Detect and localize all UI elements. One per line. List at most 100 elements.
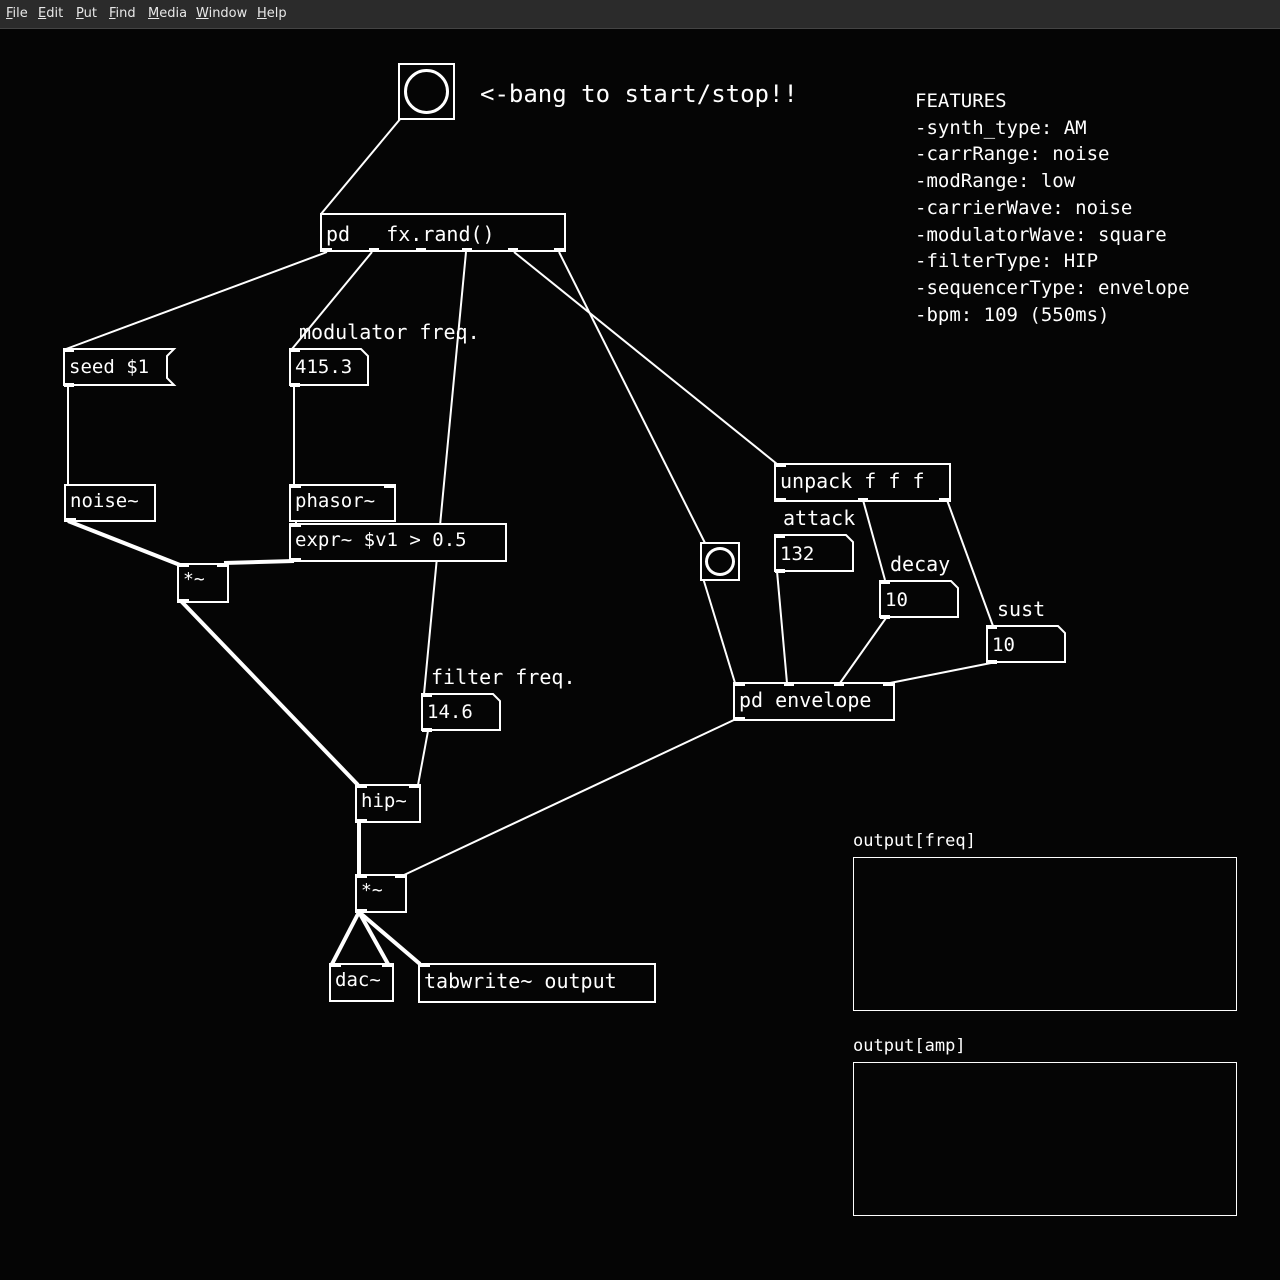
outlet[interactable] [462, 248, 472, 252]
inlet[interactable] [291, 484, 301, 488]
outlet[interactable] [416, 248, 426, 252]
decay-comment: decay [890, 552, 951, 576]
outlet[interactable] [939, 498, 949, 502]
array-freq-label: output[freq] [853, 831, 976, 851]
outlet[interactable] [554, 248, 564, 252]
cord-mul1-to-hip[interactable] [179, 599, 360, 787]
feature-line: -filterType: HIP [915, 250, 1099, 273]
inlet[interactable] [179, 563, 189, 567]
cord-expr-to-mul1[interactable] [223, 559, 295, 565]
inlet[interactable] [382, 963, 392, 967]
outlet[interactable] [66, 518, 76, 522]
inlet[interactable] [217, 563, 227, 567]
patch-canvas[interactable]: <-bang to start/stop!! pd fx.rand() seed… [0, 0, 1280, 1280]
outlet[interactable] [357, 909, 367, 913]
noise-object[interactable]: noise~ [64, 484, 156, 522]
tabwrite-object[interactable]: tabwrite~ output [418, 963, 656, 1003]
cord-noise-to-mul1[interactable] [67, 519, 181, 567]
inlet[interactable] [291, 523, 301, 527]
dac-object[interactable]: dac~ [329, 963, 394, 1002]
array-amp-graph[interactable] [853, 1062, 1237, 1216]
features-comment: FEATURES -synth_type: AM -carrRange: noi… [915, 88, 1190, 328]
cord-sust-to-envelope[interactable] [889, 662, 992, 684]
cord-envelope-to-mul2[interactable] [403, 718, 737, 876]
features-title: FEATURES [915, 90, 1007, 112]
inlet[interactable] [357, 784, 367, 788]
bang-circle-icon [705, 547, 735, 576]
cord-pd-fx-to-seed[interactable] [65, 251, 328, 350]
hip-label: hip~ [361, 790, 407, 812]
outlet[interactable] [357, 819, 367, 823]
pd-envelope-object[interactable]: pd envelope [733, 682, 895, 721]
feature-line: -bpm: 109 (550ms) [915, 303, 1110, 326]
cord-bang-to-pd-fx[interactable] [320, 117, 402, 215]
inlet[interactable] [834, 682, 844, 686]
cord-pd-fx-to-filter[interactable] [423, 251, 467, 695]
outlet[interactable] [508, 248, 518, 252]
attack-comment: attack [783, 506, 856, 530]
phasor-label: phasor~ [295, 490, 376, 512]
outlet[interactable] [776, 498, 786, 502]
attack-value: 132 [780, 543, 815, 565]
modulator-freq-comment: modulator freq. [299, 320, 480, 344]
noise-label: noise~ [70, 490, 139, 512]
cord-decay-to-envelope[interactable] [839, 617, 887, 684]
multiply-1-label: *~ [183, 569, 205, 590]
cord-mul2-to-tabwrite[interactable] [357, 910, 422, 966]
cord-mul2-to-dac-left[interactable] [330, 911, 361, 965]
inlet[interactable] [776, 463, 786, 467]
filter-freq-comment: filter freq. [431, 665, 576, 689]
inlet[interactable] [409, 784, 419, 788]
expr-label: expr~ $v1 > 0.5 [295, 529, 467, 551]
pd-envelope-label: pd envelope [739, 688, 872, 712]
inlet[interactable] [784, 682, 794, 686]
bang-hint-comment: <-bang to start/stop!! [480, 80, 798, 108]
outlet[interactable] [322, 248, 332, 252]
inlet[interactable] [883, 682, 893, 686]
cord-pd-fx-to-unpack[interactable] [513, 251, 778, 465]
dac-label: dac~ [335, 969, 381, 991]
array-amp-label: output[amp] [853, 1036, 966, 1056]
outlet[interactable] [291, 558, 301, 562]
cord-unpack-to-decay[interactable] [862, 499, 886, 581]
inlet[interactable] [331, 963, 341, 967]
inlet[interactable] [384, 484, 394, 488]
cord-attack-to-envelope[interactable] [776, 570, 788, 684]
cord-filter-to-hip[interactable] [417, 730, 429, 786]
multiply-object-1[interactable]: *~ [177, 563, 229, 603]
feature-line: -sequencerType: envelope [915, 276, 1190, 299]
cord-bang2-to-envelope[interactable] [702, 577, 736, 684]
cord-pd-fx-to-bang2[interactable] [558, 251, 706, 544]
envelope-bang[interactable] [700, 542, 740, 581]
pd-fx-rand-object[interactable]: pd fx.rand() [320, 213, 566, 252]
multiply-2-label: *~ [361, 880, 383, 901]
unpack-object[interactable]: unpack f f f [774, 463, 951, 502]
array-freq-graph[interactable] [853, 857, 1237, 1011]
outlet[interactable] [179, 599, 189, 603]
decay-value: 10 [885, 589, 908, 611]
sust-value: 10 [992, 634, 1015, 656]
modulator-freq-value: 415.3 [295, 356, 353, 378]
inlet[interactable] [357, 874, 367, 878]
inlet[interactable] [420, 963, 430, 967]
feature-line: -modulatorWave: square [915, 223, 1167, 246]
seed-message-label: seed $1 [69, 356, 150, 378]
sust-comment: sust [997, 597, 1046, 621]
tabwrite-label: tabwrite~ output [424, 969, 617, 993]
inlet[interactable] [735, 682, 745, 686]
multiply-object-2[interactable]: *~ [355, 874, 407, 913]
feature-line: -modRange: low [915, 170, 1076, 193]
phasor-object[interactable]: phasor~ [289, 484, 396, 522]
feature-line: -synth_type: AM [915, 116, 1087, 139]
outlet[interactable] [858, 498, 868, 502]
unpack-label: unpack f f f [780, 469, 925, 493]
start-bang[interactable] [398, 63, 455, 120]
cord-mul2-to-dac-right[interactable] [357, 911, 390, 965]
pd-fx-rand-label: pd fx.rand() [326, 222, 495, 246]
outlet[interactable] [735, 717, 745, 721]
outlet[interactable] [369, 248, 379, 252]
hip-object[interactable]: hip~ [355, 784, 421, 823]
inlet[interactable] [395, 874, 405, 878]
bang-circle-icon [404, 69, 449, 114]
expr-object[interactable]: expr~ $v1 > 0.5 [289, 523, 507, 562]
